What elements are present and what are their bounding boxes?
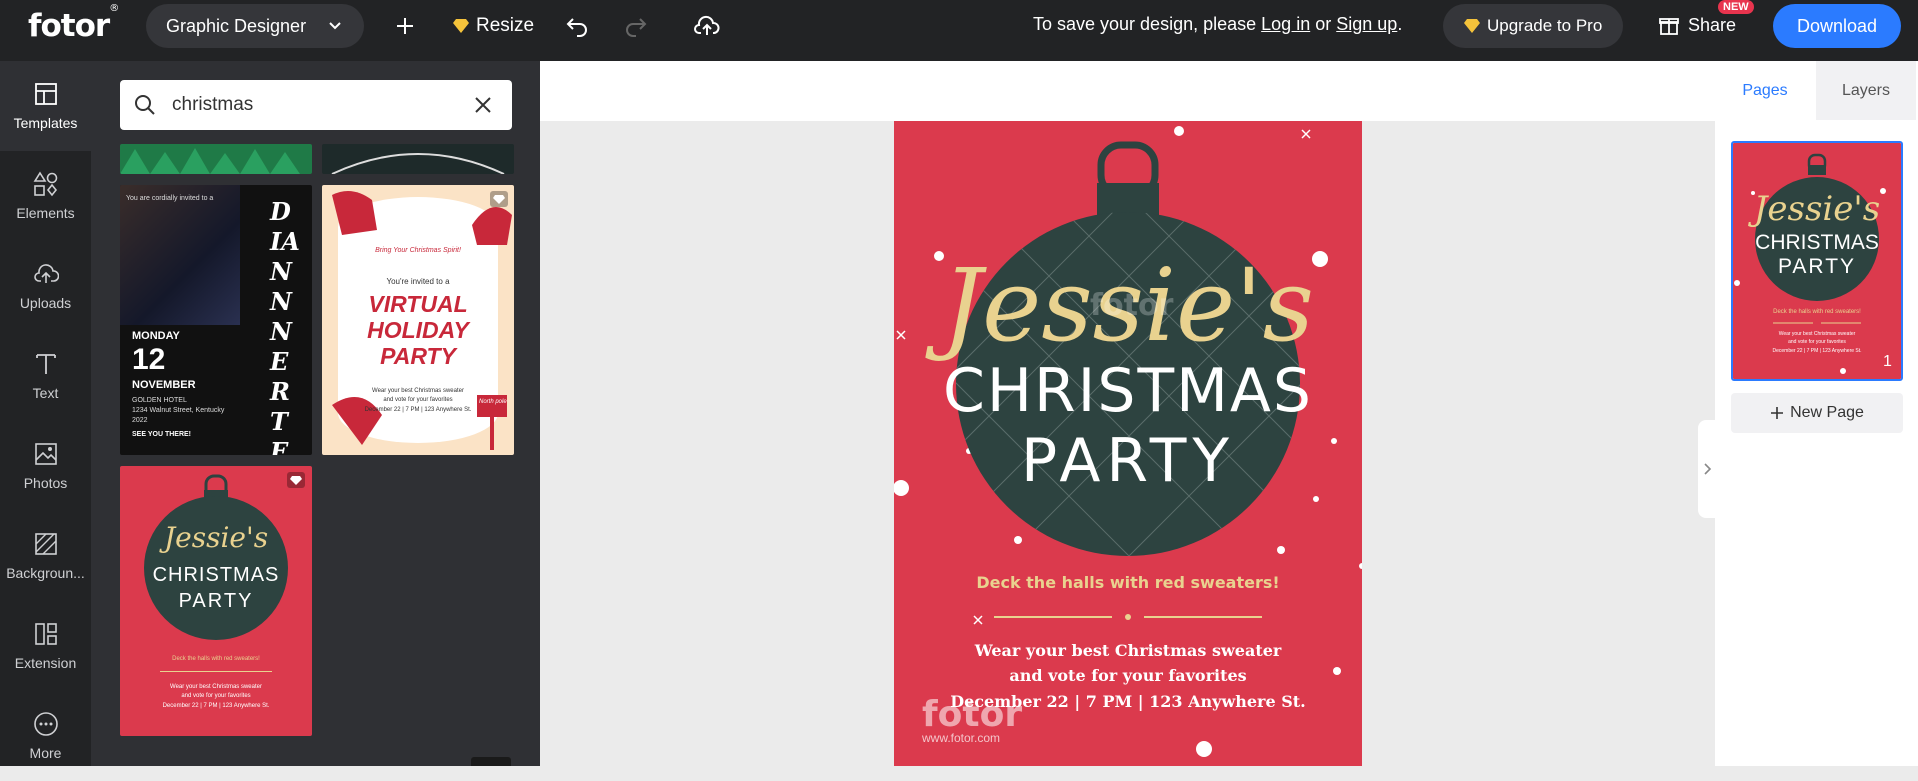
sidebar-item-extension[interactable]: Extension [0, 601, 91, 691]
search-box[interactable]: christmas [120, 80, 512, 130]
search-icon [135, 95, 155, 115]
save-message: To save your design, please Log in or Si… [1033, 14, 1403, 34]
tab-pages[interactable]: Pages [1715, 61, 1815, 120]
template-thumb-virtual-holiday[interactable]: Bring Your Christmas Spirit! You're invi… [322, 185, 514, 455]
sidebar-item-text[interactable]: Text [0, 331, 91, 421]
undo-icon [566, 18, 587, 37]
uploads-icon [33, 264, 59, 283]
gift-icon [1659, 18, 1679, 35]
design-canvas[interactable]: Jessie's CHRISTMAS PARTY Deck the halls … [894, 121, 1362, 766]
close-icon[interactable] [472, 94, 494, 116]
couple-photo [120, 185, 240, 325]
new-page-button[interactable]: New Page [1731, 393, 1903, 433]
search-input[interactable]: christmas [172, 94, 253, 116]
template-thumb-partial-green[interactable] [120, 144, 312, 174]
premium-badge [287, 472, 305, 488]
plus-icon [397, 18, 413, 34]
chevron-right-icon [1704, 463, 1712, 475]
undo-button[interactable] [565, 10, 589, 42]
signup-link[interactable]: Sign up [1336, 14, 1397, 34]
sidebar-item-templates[interactable]: Templates [0, 61, 91, 151]
arc-decoration [331, 153, 505, 174]
page-thumbnail[interactable]: Jessie's CHRISTMAS PARTY Deck the halls … [1731, 141, 1903, 381]
poster-title-line2[interactable]: PARTY [894, 429, 1362, 493]
poster-title-line1[interactable]: CHRISTMAS [894, 359, 1362, 423]
diamond-icon [493, 195, 505, 204]
leaf-pattern [120, 148, 300, 174]
expand-right-panel-handle[interactable] [1698, 420, 1716, 518]
poster-detail-1[interactable]: Wear your best Christmas sweater [894, 641, 1362, 660]
upgrade-button[interactable]: Upgrade to Pro [1443, 4, 1623, 48]
templates-panel: christmas You are cordially invited to a… [91, 61, 540, 766]
elements-icon [33, 171, 57, 197]
template-thumb-partial-dark[interactable] [322, 144, 514, 174]
left-sidebar: Templates Elements Uploads Text Photos B… [0, 61, 91, 766]
redo-button[interactable] [624, 10, 648, 42]
resize-button[interactable]: Resize [452, 10, 534, 42]
redo-icon [626, 18, 647, 37]
watermark-logo: fotor [922, 694, 1023, 735]
template-thumb-jessies-party[interactable]: Jessie's CHRISTMAS PARTY Deck the halls … [120, 466, 312, 736]
pages-panel: Pages Layers Jessie's CHRISTMAS PARTY De… [1715, 61, 1918, 766]
panel-tabs: Pages Layers [1715, 61, 1918, 120]
watermark-url: www.fotor.com [922, 731, 1001, 745]
diamond-icon [290, 476, 302, 485]
project-type-label: Graphic Designer [166, 15, 307, 36]
plus-icon [1771, 407, 1784, 419]
sidebar-item-elements[interactable]: Elements [0, 151, 91, 241]
sidebar-item-more[interactable]: More [0, 691, 91, 781]
extension-icon [34, 623, 57, 645]
text-icon [35, 354, 56, 374]
scroll-top-button[interactable] [471, 757, 511, 766]
poster-detail-2[interactable]: and vote for your favorites [894, 666, 1362, 685]
more-icon [33, 712, 58, 736]
sidebar-item-uploads[interactable]: Uploads [0, 241, 91, 331]
template-thumb-dinner-party[interactable]: You are cordially invited to a DIANNNERT… [120, 185, 312, 455]
fotor-logo[interactable]: fotor® [28, 3, 119, 44]
canvas-toolbar-strip [540, 61, 1715, 121]
tab-layers[interactable]: Layers [1816, 61, 1916, 120]
sidebar-item-background[interactable]: Backgroun... [0, 511, 91, 601]
templates-icon [34, 83, 57, 105]
background-icon [34, 533, 57, 555]
add-button[interactable] [394, 10, 416, 42]
project-type-dropdown[interactable]: Graphic Designer [146, 4, 364, 48]
page-number: 1 [1883, 353, 1892, 370]
poster-tagline[interactable]: Deck the halls with red sweaters! [894, 573, 1362, 592]
download-button[interactable]: Download [1773, 4, 1901, 48]
cloud-save-button[interactable] [694, 10, 720, 42]
new-badge: NEW [1718, 0, 1754, 14]
premium-badge [490, 191, 508, 207]
top-bar: fotor® Graphic Designer Resize To save y… [0, 0, 1918, 61]
login-link[interactable]: Log in [1261, 14, 1310, 34]
photos-icon [34, 443, 57, 465]
resize-label: Resize [476, 15, 535, 36]
center-watermark: fotor [1090, 288, 1174, 323]
diamond-icon [1464, 19, 1480, 33]
share-button[interactable]: Share [1658, 14, 1736, 36]
sidebar-item-photos[interactable]: Photos [0, 421, 91, 511]
chevron-down-icon [329, 22, 341, 30]
cloud-upload-icon [694, 15, 720, 35]
diamond-icon [453, 19, 469, 33]
